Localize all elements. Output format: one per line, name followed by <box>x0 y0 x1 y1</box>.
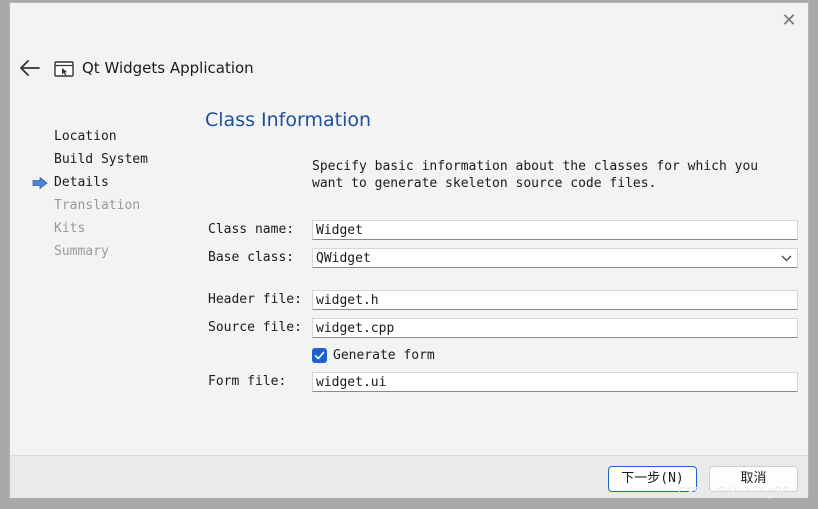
checkmark-icon <box>314 351 325 360</box>
description-line: Specify basic information about the clas… <box>312 159 759 174</box>
qt-widgets-app-icon <box>54 61 74 77</box>
step-translation: Translation <box>30 194 148 217</box>
class-name-label: Class name: <box>208 222 295 237</box>
chevron-down-icon <box>781 255 792 262</box>
watermark: CSDN @HuoJing96 <box>678 485 790 499</box>
generate-form-label[interactable]: Generate form <box>333 348 435 363</box>
step-label: Summary <box>54 244 109 259</box>
form-file-label: Form file: <box>208 374 287 389</box>
generate-form-checkbox[interactable] <box>312 348 327 363</box>
wizard-window: ✕ Qt Widgets Application Location Build … <box>9 2 809 498</box>
description-line: want to generate skeleton source code fi… <box>312 176 657 191</box>
step-build-system: Build System <box>30 148 148 171</box>
wizard-title: Qt Widgets Application <box>82 59 254 77</box>
step-location: Location <box>30 125 148 148</box>
step-label: Location <box>54 129 117 144</box>
step-label: Build System <box>54 152 148 167</box>
step-kits: Kits <box>30 217 148 240</box>
base-class-label: Base class: <box>208 250 295 265</box>
step-label: Translation <box>54 198 141 213</box>
step-summary: Summary <box>30 240 148 263</box>
page-description: Specify basic information about the clas… <box>312 158 792 192</box>
source-file-input[interactable] <box>312 318 798 338</box>
source-file-label: Source file: <box>208 320 302 335</box>
class-name-input[interactable] <box>312 220 798 240</box>
step-label: Kits <box>54 221 86 236</box>
form-file-input[interactable] <box>312 372 798 392</box>
close-button[interactable]: ✕ <box>781 12 797 30</box>
step-label: Details <box>54 175 109 190</box>
wizard-steps: Location Build System Details Translatio… <box>30 125 148 263</box>
page-title: Class Information <box>205 109 372 131</box>
base-class-value: QWidget <box>316 251 371 266</box>
current-step-arrow-icon <box>32 177 48 189</box>
step-details: Details <box>30 171 148 194</box>
base-class-select[interactable]: QWidget <box>312 248 798 268</box>
header-file-input[interactable] <box>312 290 798 310</box>
header-file-label: Header file: <box>208 292 302 307</box>
back-arrow-icon[interactable] <box>19 59 41 77</box>
